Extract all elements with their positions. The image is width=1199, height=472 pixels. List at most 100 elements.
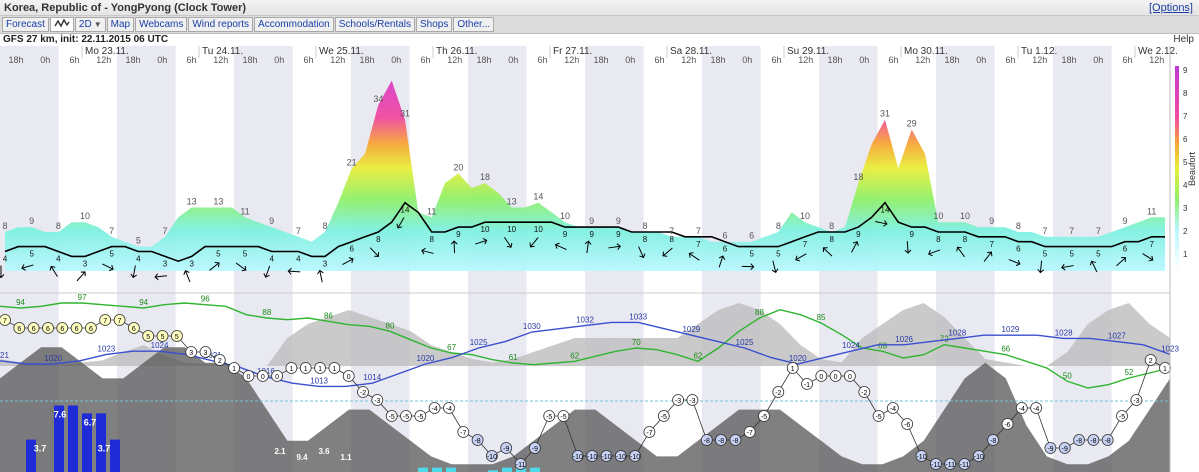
humidity-value: 67 [447,343,456,352]
pressure-value: 1028 [1055,328,1073,337]
gust-value: 8 [322,221,327,231]
temperature-value: 0 [261,374,265,381]
humidity-value: 66 [1001,345,1010,354]
temperature-value: 6 [32,326,36,333]
wind-speed-value: 5 [243,250,248,259]
temperature-value: -5 [389,414,395,421]
menu-item-label: Schools/Rentals [338,19,412,30]
humidity-value: 61 [509,353,518,362]
temperature-value: -5 [761,414,767,421]
gust-value: 14 [533,192,543,202]
gust-value: 8 [642,221,647,231]
hour-label: 0h [274,55,284,65]
pressure-value: 1028 [948,328,966,337]
temperature-value: -2 [360,390,366,397]
hour-label: 12h [213,55,228,65]
humidity-value: 86 [324,311,333,320]
wind-speed-value: 5 [776,250,781,259]
hour-label: 0h [40,55,50,65]
temperature-value: -4 [446,406,452,413]
temperature-value: -8 [1090,438,1096,445]
temperature-value: 0 [247,374,251,381]
temperature-value: -3 [675,398,681,405]
pressure-value: 1024 [151,341,169,350]
wind-speed-value: 8 [669,235,674,244]
menu-item-label: 2D [78,19,92,30]
temperature-value: 1 [332,366,336,373]
pressure-value: 1020 [417,354,435,363]
menu-item-accommodation[interactable]: Accommodation [254,17,334,32]
gust-value: 34 [373,94,383,104]
hour-label: 6h [537,55,547,65]
beaufort-tick: 6 [1183,135,1188,144]
menu-item-2d[interactable]: 2D ▼ [74,17,106,32]
menu-item-forecast[interactable]: Forecast [2,17,49,32]
wind-speed-value: 10 [507,225,516,234]
temperature-value: 1 [791,366,795,373]
temperature-value: 0 [848,374,852,381]
hour-label: 18h [8,55,23,65]
temperature-value: -11 [931,462,941,469]
wind-direction-arrow-icon [317,269,324,283]
hour-label: 18h [125,55,140,65]
model-info: GFS 27 km, init: 22.11.2015 06 UTC [3,34,169,45]
gust-value: 31 [880,109,890,119]
wind-speed-value: 10 [534,225,543,234]
wind-speed-value: 7 [803,240,808,249]
hour-label: 18h [1061,55,1076,65]
humidity-value: 68 [878,341,887,350]
gust-value: 10 [80,211,90,221]
wind-speed-value: 14 [881,206,890,215]
hour-label: 12h [447,55,462,65]
humidity-value: 94 [139,298,148,307]
menu-item-chart-view[interactable] [49,17,74,32]
gust-value: 5 [136,236,141,246]
menu-item-label: Forecast [6,19,45,30]
gust-value: 9 [29,216,34,226]
wind-speed-value: 10 [481,225,490,234]
wind-speed-value: 8 [963,235,968,244]
wind-speed-value: 7 [989,240,994,249]
gust-value: 9 [269,216,274,226]
hour-label: 0h [625,55,635,65]
temperature-value: -6 [1004,422,1010,429]
wind-speed-value: 3 [83,259,88,268]
hour-label: 0h [1093,55,1103,65]
hour-label: 0h [508,55,518,65]
menu-item-map[interactable]: Map [106,17,135,32]
hour-label: 0h [859,55,869,65]
menu-item-wind-reports[interactable]: Wind reports [188,17,254,32]
hour-label: 0h [976,55,986,65]
wind-speed-value: 9 [856,230,861,239]
options-link[interactable]: [Options] [1149,2,1193,14]
hour-label: 12h [798,55,813,65]
humidity-value: 62 [570,351,579,360]
gust-value: 13 [507,197,517,207]
temperature-value: -10 [573,454,583,461]
gust-value: 7 [696,226,701,236]
gust-value: 20 [453,162,463,172]
temperature-value: -7 [646,430,652,437]
menu-item-schools-rentals[interactable]: Schools/Rentals [334,17,416,32]
gust-value: 11 [1147,206,1156,216]
temperature-value: -5 [875,414,881,421]
menu-item-other[interactable]: Other... [453,17,495,32]
help-link[interactable]: Help [1173,34,1194,45]
gust-value: 18 [853,172,863,182]
temperature-value: -4 [1019,406,1025,413]
wind-speed-value: 9 [616,230,621,239]
gust-value: 7 [109,226,114,236]
temperature-value: -7 [460,430,466,437]
menu-item-shops[interactable]: Shops [416,17,453,32]
menu-item-label: Accommodation [258,19,330,30]
temperature-value: -3 [1133,398,1139,405]
temperature-value: -10 [601,454,611,461]
gust-value: 9 [1122,216,1127,226]
temperature-value: 3 [204,350,208,357]
menu-item-webcams[interactable]: Webcams [135,17,188,32]
hour-label: 12h [915,55,930,65]
temperature-value: 0 [819,374,823,381]
temperature-value: 0 [347,374,351,381]
humidity-value: 52 [1124,368,1133,377]
title-bar: Korea, Republic of - YongPyong (Clock To… [0,0,1199,16]
